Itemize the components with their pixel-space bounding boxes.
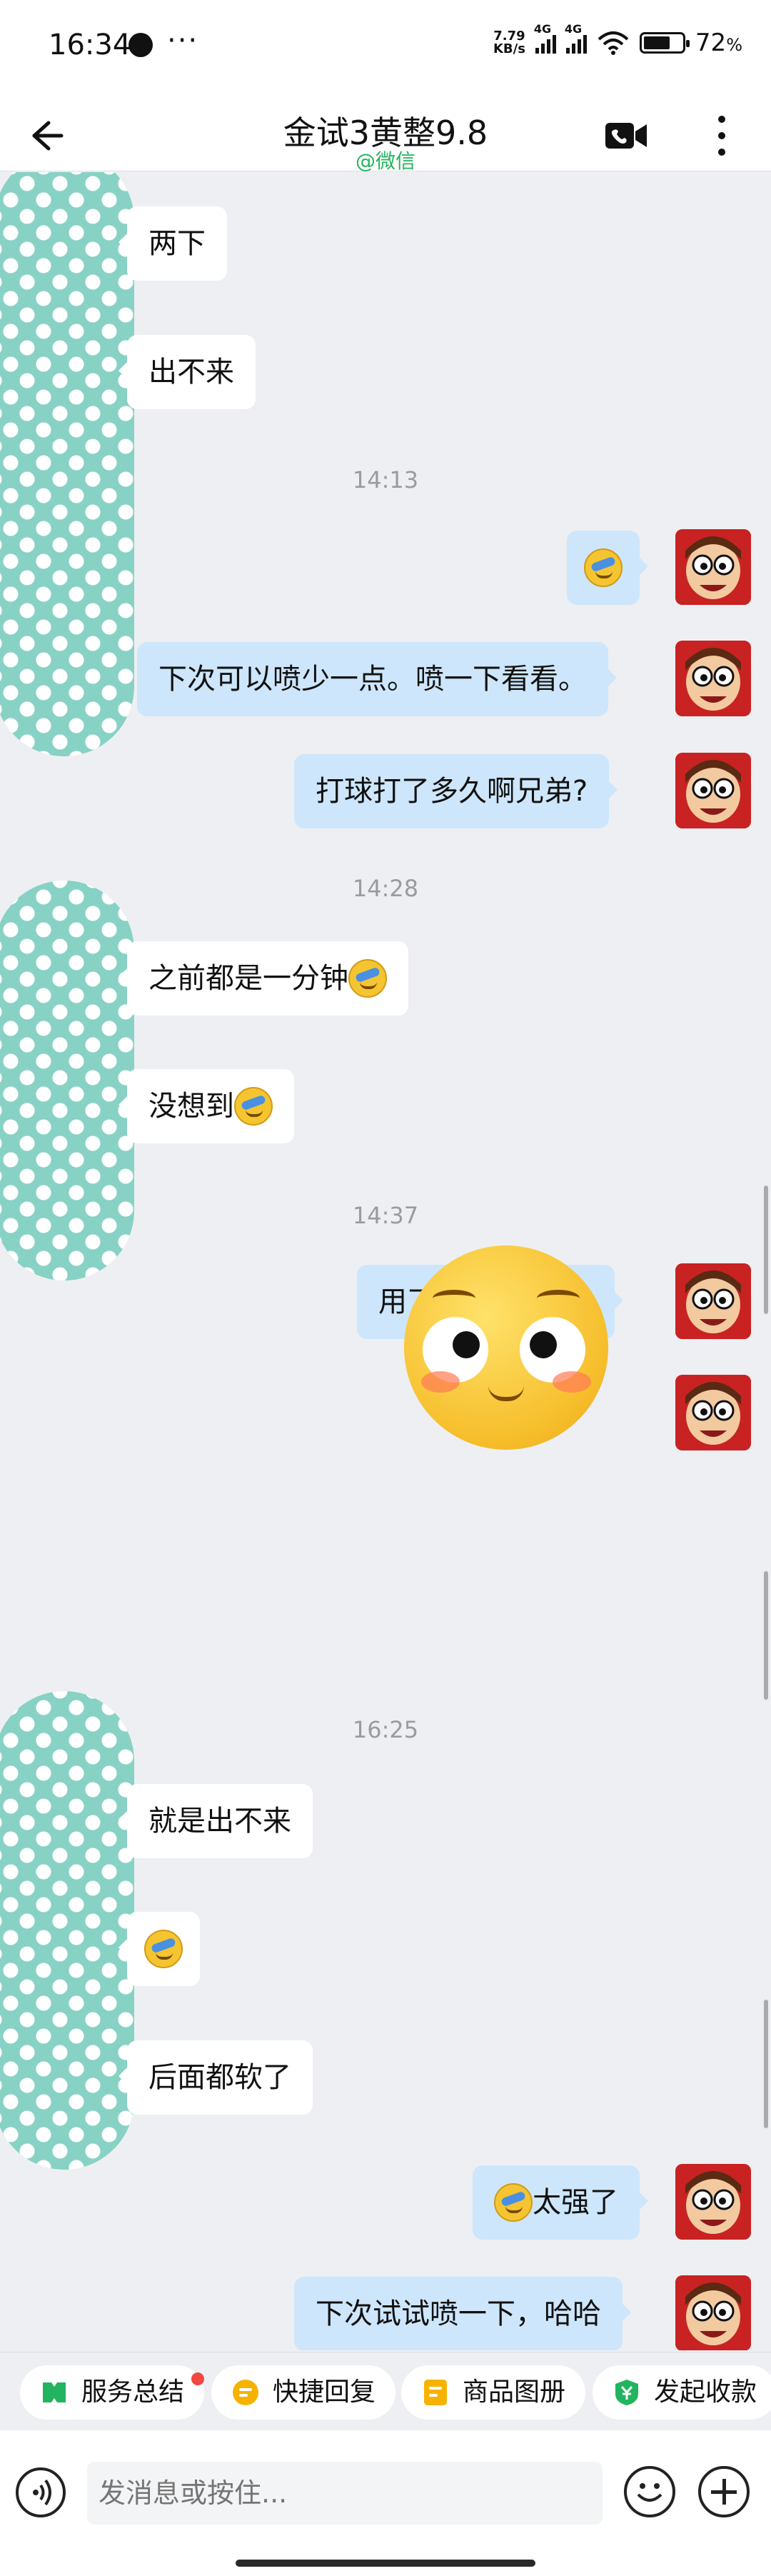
quick-reply-icon [233,2380,258,2405]
voice-wave-icon [33,2479,51,2506]
cartoon-avatar-icon [675,753,751,828]
home-indicator[interactable] [236,2560,535,2567]
status-right-group: 7.79 KB/s 4G 4G 72% [493,22,742,57]
sticker-mouth [488,1385,524,1401]
network-speed: 7.79 KB/s [493,30,525,56]
notification-badge [191,2372,205,2385]
sim2-type: 4G [564,22,583,36]
message-bubble-left[interactable]: 两下 [119,206,227,281]
wifi-icon [598,31,629,55]
message-bubble-left[interactable]: 之前都是一分钟 [119,941,408,1016]
voice-input-icon[interactable] [16,2467,66,2517]
contact-avatar[interactable] [0,172,134,756]
message-list[interactable]: 两下 出不来 14:13 下次可以喷少一点。喷一下看看。 打球打了多久啊兄弟? … [0,172,771,2350]
scrollbar-thumb[interactable] [764,2000,768,2128]
my-avatar[interactable] [675,1263,751,1339]
product-album-button[interactable]: 商品图册 [401,2365,586,2420]
request-payment-button[interactable]: 发起收款 [593,2365,771,2420]
status-bar: 16:34 ··· 7.79 KB/s 4G 4G 72% [0,0,771,100]
time-divider: 14:28 [352,875,419,902]
scrollbar-thumb[interactable] [764,1186,768,1314]
message-input[interactable] [87,2462,603,2525]
video-call-icon[interactable] [604,114,650,157]
chat-header: 金试3黄整9.8 @微信 [0,100,771,173]
quick-action-label: 发起收款 [654,2377,757,2407]
quick-reply-button[interactable]: 快捷回复 [211,2365,396,2420]
quick-action-label: 商品图册 [463,2377,566,2407]
cartoon-avatar-icon [675,641,751,716]
signal-sim2-icon: 4G [565,22,587,54]
sticker-brow-right [537,1290,580,1307]
shy-blushing-face-sticker[interactable] [404,1246,608,1450]
chat-subtitle: @微信 [355,149,415,173]
time-divider: 14:37 [352,1202,419,1229]
signal-sim1-icon: 4G [534,22,556,54]
cartoon-avatar-icon [675,1263,751,1339]
my-avatar[interactable] [675,1375,751,1450]
battery-level: 72% [695,29,742,57]
sticker-blush-right [553,1371,591,1393]
laughing-tears-emoji [234,1087,273,1126]
message-bubble-left[interactable]: 出不来 [119,335,256,409]
sim1-type: 4G [533,22,552,36]
message-bubble-right[interactable]: 打球打了多久啊兄弟? [294,754,618,828]
message-bubble-right[interactable]: 下次可以喷少一点。喷一下看看。 [137,642,617,716]
laughing-tears-emoji [584,548,623,587]
qq-penguin-icon [128,33,153,57]
laughing-tears-emoji [348,959,387,998]
add-attachment-icon[interactable] [698,2466,750,2517]
status-time: 16:34 [49,29,131,61]
more-options-icon[interactable] [700,109,742,163]
payment-icon [615,2380,638,2405]
my-avatar[interactable] [675,641,751,716]
emoji-icon[interactable] [624,2466,675,2517]
message-bubble-left[interactable]: 没想到 [119,1069,294,1143]
scrollbar-thumb[interactable] [764,1571,768,1700]
my-avatar[interactable] [675,529,751,605]
product-album-icon [424,2380,447,2405]
status-more: ··· [167,24,199,57]
service-summary-button[interactable]: 服务总结 [20,2365,205,2420]
message-input-bar [0,2430,771,2576]
time-divider: 14:13 [352,466,419,493]
sticker-brow-left [433,1290,475,1307]
cartoon-avatar-icon [675,529,751,605]
quick-action-label: 服务总结 [81,2377,185,2407]
quick-action-label: 快捷回复 [273,2377,376,2407]
my-avatar[interactable] [675,753,751,828]
sticker-blush-left [421,1371,460,1393]
cartoon-avatar-icon [675,1375,751,1450]
battery-icon [639,32,690,54]
message-bubble-right[interactable] [567,531,648,605]
summary-icon [43,2382,66,2402]
smiley-face-icon [637,2483,662,2502]
quick-action-bar: 服务总结 快捷回复 商品图册 发起收款 [0,2352,771,2430]
network-speed-unit: KB/s [493,41,525,56]
